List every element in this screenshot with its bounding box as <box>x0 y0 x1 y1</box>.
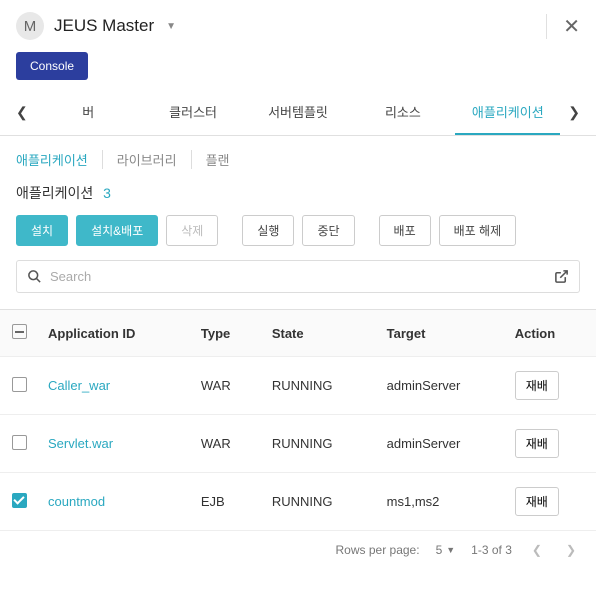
nav-tab-0[interactable]: 버 <box>36 90 141 135</box>
th-app-id[interactable]: Application ID <box>38 310 191 357</box>
cell-target: adminServer <box>377 357 505 415</box>
action-bar: 설치 설치&배포 삭제 실행 중단 배포 배포 해제 <box>0 215 596 260</box>
close-icon[interactable]: ✕ <box>546 14 580 39</box>
cell-type: WAR <box>191 415 262 473</box>
nav-tabs: ❮ 버 클러스터 서버템플릿 리소스 애플리케이션 ❯ <box>0 90 596 136</box>
rows-per-page-label: Rows per page: <box>336 543 420 557</box>
nav-next-icon[interactable]: ❯ <box>560 104 588 121</box>
select-all-checkbox[interactable] <box>12 324 27 339</box>
install-button[interactable]: 설치 <box>16 215 68 246</box>
section-count: 3 <box>103 185 111 201</box>
install-deploy-button[interactable]: 설치&배포 <box>76 215 158 246</box>
search-icon <box>27 269 42 284</box>
sub-tab-2[interactable]: 플랜 <box>192 150 244 169</box>
sub-tabs: 애플리케이션 라이브러리 플랜 <box>0 136 596 179</box>
page-title: JEUS Master <box>54 16 154 36</box>
th-state[interactable]: State <box>262 310 377 357</box>
row-action-button[interactable]: 재배 <box>515 487 559 516</box>
undeploy-button[interactable]: 배포 해제 <box>439 215 517 246</box>
cell-type: EJB <box>191 473 262 531</box>
nav-tab-3[interactable]: 리소스 <box>350 90 455 135</box>
page-size-value: 5 <box>436 543 443 557</box>
app-id-link[interactable]: countmod <box>48 494 105 509</box>
cell-type: WAR <box>191 357 262 415</box>
nav-prev-icon[interactable]: ❮ <box>8 104 36 121</box>
row-action-button[interactable]: 재배 <box>515 371 559 400</box>
title-dropdown-caret[interactable]: ▼ <box>166 21 176 32</box>
table-row: Caller_war WARRUNNINGadminServer 재배 <box>0 357 596 415</box>
table-row: countmod EJBRUNNINGms1,ms2 재배 <box>0 473 596 531</box>
section-title-text: 애플리케이션 <box>16 185 93 201</box>
th-target[interactable]: Target <box>377 310 505 357</box>
search-input[interactable] <box>50 269 554 284</box>
section-title: 애플리케이션 3 <box>0 179 596 215</box>
page-prev-icon[interactable]: ❮ <box>528 543 546 557</box>
table-wrap: Application ID Type State Target Action … <box>0 309 596 531</box>
nav-tab-1[interactable]: 클러스터 <box>141 90 246 135</box>
nav-tab-2[interactable]: 서버템플릿 <box>246 90 351 135</box>
cell-state: RUNNING <box>262 415 377 473</box>
delete-button[interactable]: 삭제 <box>166 215 218 246</box>
row-action-button[interactable]: 재배 <box>515 429 559 458</box>
stop-button[interactable]: 중단 <box>302 215 354 246</box>
sub-tab-1[interactable]: 라이브러리 <box>103 150 191 169</box>
page-range: 1-3 of 3 <box>471 543 512 557</box>
row-checkbox[interactable] <box>12 493 27 508</box>
page-size-select[interactable]: 5 ▼ <box>436 543 456 557</box>
run-button[interactable]: 실행 <box>242 215 294 246</box>
row-checkbox[interactable] <box>12 435 27 450</box>
search-bar <box>16 260 580 293</box>
chevron-down-icon: ▼ <box>446 545 455 555</box>
applications-table: Application ID Type State Target Action … <box>0 310 596 531</box>
pagination: Rows per page: 5 ▼ 1-3 of 3 ❮ ❯ <box>0 531 596 569</box>
cell-target: ms1,ms2 <box>377 473 505 531</box>
row-checkbox[interactable] <box>12 377 27 392</box>
page-next-icon[interactable]: ❯ <box>562 543 580 557</box>
th-type[interactable]: Type <box>191 310 262 357</box>
console-button[interactable]: Console <box>16 52 88 80</box>
sub-tab-0[interactable]: 애플리케이션 <box>16 150 102 169</box>
th-action: Action <box>505 310 596 357</box>
nav-tab-4[interactable]: 애플리케이션 <box>455 90 560 135</box>
app-id-link[interactable]: Servlet.war <box>48 436 113 451</box>
external-link-icon[interactable] <box>554 269 569 284</box>
cell-target: adminServer <box>377 415 505 473</box>
deploy-button[interactable]: 배포 <box>379 215 431 246</box>
app-id-link[interactable]: Caller_war <box>48 378 110 393</box>
avatar: M <box>16 12 44 40</box>
cell-state: RUNNING <box>262 357 377 415</box>
cell-state: RUNNING <box>262 473 377 531</box>
table-row: Servlet.war WARRUNNINGadminServer 재배 <box>0 415 596 473</box>
